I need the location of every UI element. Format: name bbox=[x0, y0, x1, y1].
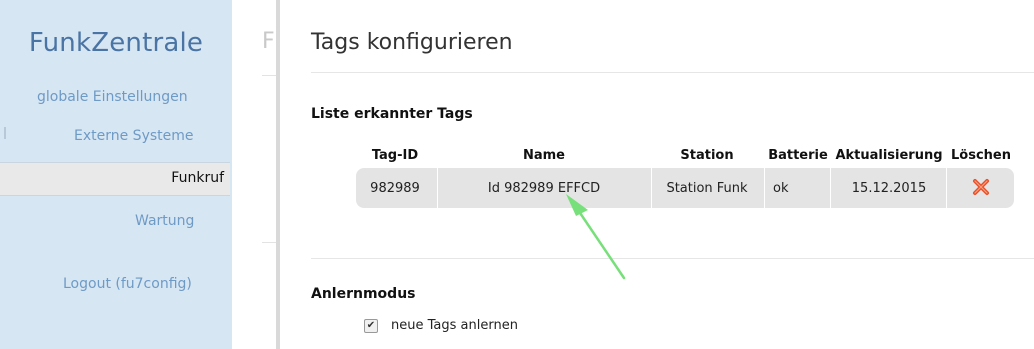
page-title: Tags konfigurieren bbox=[311, 30, 513, 55]
sidebar-marker bbox=[4, 127, 6, 139]
cell-updated: 15.12.2015 bbox=[851, 181, 927, 196]
column-header-battery: Batterie bbox=[768, 148, 828, 163]
sidebar-item-maintenance[interactable]: Wartung bbox=[135, 213, 194, 229]
column-header-tag-id: Tag-ID bbox=[371, 148, 419, 163]
column-header-updated: Aktualisierung bbox=[835, 148, 943, 163]
sidebar-item-label: Funkruf bbox=[171, 170, 224, 186]
background-panel-title: F bbox=[262, 29, 275, 54]
cell-divider bbox=[651, 168, 652, 208]
cell-divider bbox=[437, 168, 438, 208]
sidebar: FunkZentrale globale Einstellungen Exter… bbox=[0, 0, 232, 349]
learn-new-tags-checkbox[interactable]: ✔ bbox=[364, 319, 378, 333]
brand-title: FunkZentrale bbox=[28, 28, 204, 58]
delete-icon[interactable] bbox=[970, 176, 992, 198]
learn-mode-section-title: Anlernmodus bbox=[311, 286, 416, 302]
divider bbox=[262, 75, 276, 76]
tags-section-title: Liste erkannter Tags bbox=[311, 106, 473, 122]
sidebar-item-global-settings[interactable]: globale Einstellungen bbox=[37, 89, 188, 105]
cell-station: Station Funk bbox=[666, 181, 748, 196]
sidebar-item-external-systems[interactable]: Externe Systeme bbox=[74, 128, 194, 144]
learn-new-tags-label: neue Tags anlernen bbox=[391, 318, 518, 333]
arrow-icon bbox=[566, 194, 626, 280]
divider bbox=[311, 72, 1034, 73]
sidebar-item-logout[interactable]: Logout (fu7config) bbox=[63, 276, 192, 292]
cell-divider bbox=[830, 168, 831, 208]
column-header-name: Name bbox=[522, 148, 565, 163]
column-header-delete: Löschen bbox=[951, 148, 1011, 163]
cell-tag-id: 982989 bbox=[370, 181, 420, 196]
cell-divider bbox=[764, 168, 765, 208]
panel-divider bbox=[276, 0, 280, 349]
cell-divider bbox=[946, 168, 947, 208]
sidebar-item-funkruf[interactable]: Funkruf bbox=[0, 162, 230, 196]
divider bbox=[311, 258, 1034, 259]
column-header-station: Station bbox=[680, 148, 734, 163]
cell-battery: ok bbox=[773, 181, 789, 196]
divider bbox=[262, 242, 276, 243]
